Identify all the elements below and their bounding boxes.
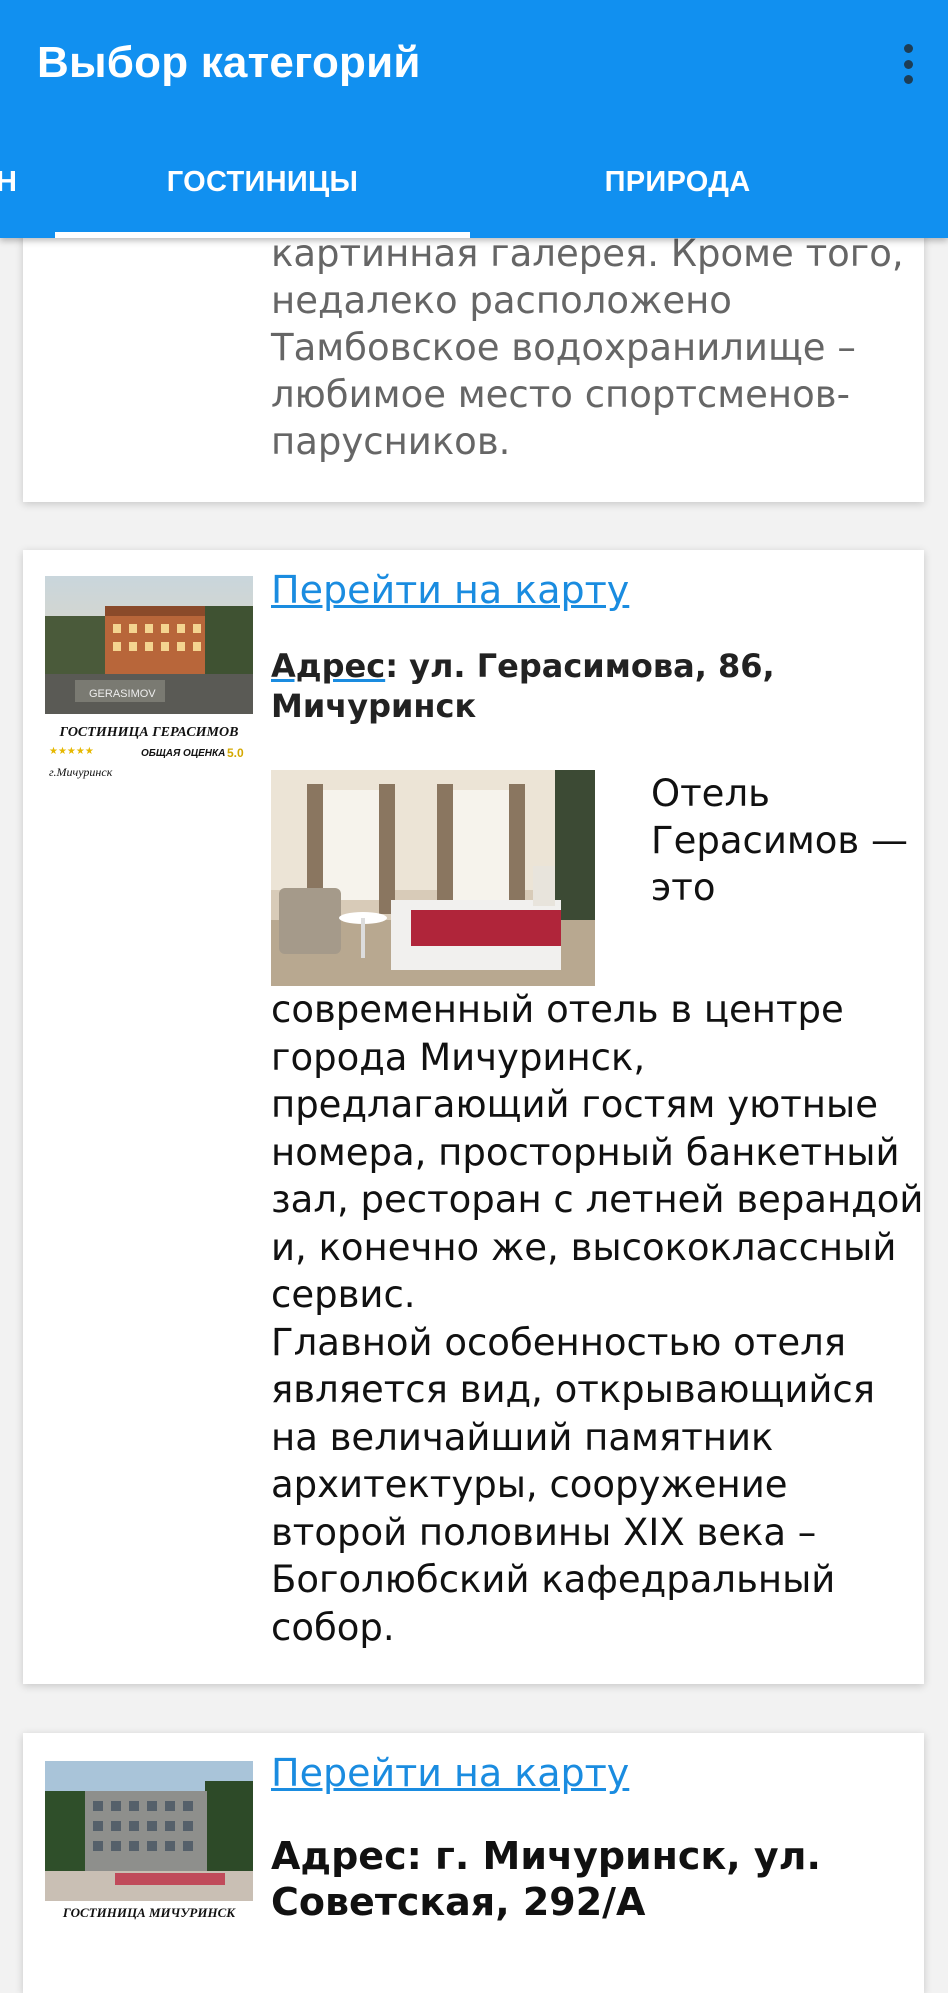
map-link[interactable]: Перейти на карту <box>271 568 629 612</box>
hotel-description-part2: Главной особенностью отеля является вид,… <box>271 1320 876 1649</box>
page-title: Выбор категорий <box>37 38 421 87</box>
thumb-sign-text: GERASIMOV <box>89 688 156 700</box>
thumb-rating-label: ОБЩАЯ ОЦЕНКА <box>141 748 225 759</box>
map-link[interactable]: Перейти на карту <box>271 1751 629 1795</box>
list-item[interactable]: GERASIMOV ГОСТИНИЦА ГЕРАСИМОВ ★★★★★ ОБЩА… <box>23 550 924 1684</box>
app-bar: Выбор категорий Н ГОСТИНИЦЫ ПРИРОДА <box>0 0 948 238</box>
tab-bar: Н ГОСТИНИЦЫ ПРИРОДА <box>0 140 948 238</box>
place-description: картинная галерея. Кроме того, недалеко … <box>271 232 904 463</box>
hotel-thumbnail: ГОСТИНИЦА МИЧУРИНСК <box>45 1761 253 1925</box>
tab-nature[interactable]: ПРИРОДА <box>470 166 885 199</box>
address-label: Адрес <box>271 647 386 685</box>
hotel-thumbnail: GERASIMOV ГОСТИНИЦА ГЕРАСИМОВ ★★★★★ ОБЩА… <box>45 576 253 786</box>
tab-selected-indicator <box>55 232 470 238</box>
hotel-description-intro: Отель Герасимов — это <box>651 772 908 909</box>
thumb-rating: 5.0 <box>227 746 244 760</box>
list-item[interactable]: ГОСТИНИЦА МИЧУРИНСК Перейти на карту Адр… <box>23 1733 924 1993</box>
hotel-room-photo <box>271 770 595 986</box>
hotel-address: Адрес: ул. Герасимова, 86, Мичуринск <box>271 646 901 726</box>
hotel-description-part1: современный отель в центре города Мичури… <box>271 988 924 1316</box>
thumb-title: ГОСТИНИЦА ГЕРАСИМОВ <box>59 725 239 740</box>
thumb-stars: ★★★★★ <box>49 746 94 757</box>
more-vert-icon[interactable] <box>898 44 918 84</box>
tab-previous[interactable]: Н <box>0 166 16 199</box>
thumb-city: г.Мичуринск <box>49 765 113 779</box>
thumb-title: ГОСТИНИЦА МИЧУРИНСК <box>62 1905 236 1920</box>
tab-hotels[interactable]: ГОСТИНИЦЫ <box>55 166 470 199</box>
hotel-description: современный отель в центре города Мичури… <box>271 986 931 1651</box>
hotel-address: Адрес: г. Мичуринск, ул. Советская, 292/… <box>271 1834 821 1924</box>
